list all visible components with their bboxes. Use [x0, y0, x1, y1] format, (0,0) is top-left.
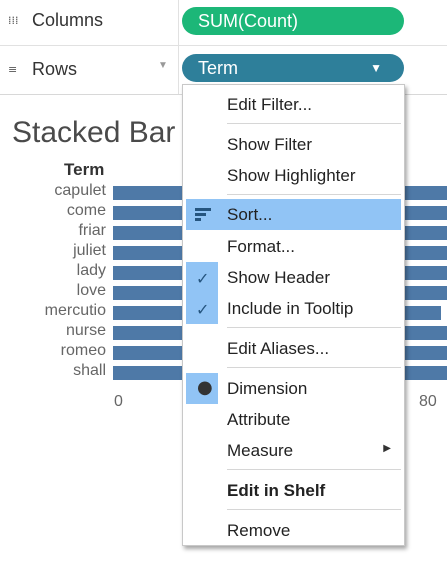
chart-title: Stacked Bar	[12, 116, 176, 149]
term-pill[interactable]: Term ▼	[182, 54, 404, 82]
checkmark-icon: ✓	[196, 300, 210, 319]
rows-icon: ≡	[8, 63, 18, 76]
menu-edit-in-shelf-label: Edit in Shelf	[227, 481, 326, 500]
sum-count-pill[interactable]: SUM(Count)	[182, 7, 404, 35]
term-label: shall	[73, 362, 106, 379]
menu-separator	[227, 367, 401, 368]
term-label: mercutio	[44, 302, 106, 319]
columns-icon: ⁞⁞⁞	[8, 14, 19, 27]
menu-show-highlighter[interactable]: Show Highlighter	[186, 160, 401, 191]
menu-sort[interactable]: Sort...	[186, 199, 401, 230]
menu-attribute-label: Attribute	[227, 410, 291, 429]
menu-sort-label: Sort...	[227, 205, 273, 224]
radio-dot-icon: ●	[197, 377, 213, 398]
menu-include-in-tooltip-label: Include in Tooltip	[227, 299, 354, 318]
menu-separator	[227, 509, 401, 510]
menu-show-header-label: Show Header	[227, 268, 331, 287]
menu-format[interactable]: Format...	[186, 231, 401, 262]
axis-tick-0: 0	[114, 393, 123, 410]
menu-show-header[interactable]: ✓ Show Header	[186, 262, 401, 293]
menu-include-in-tooltip[interactable]: ✓ Include in Tooltip	[186, 293, 401, 324]
menu-measure[interactable]: Measure ▶	[186, 435, 401, 466]
menu-dimension-label: Dimension	[227, 379, 308, 398]
menu-separator	[227, 327, 401, 328]
term-label: capulet	[54, 182, 106, 199]
menu-show-filter-label: Show Filter	[227, 135, 313, 154]
term-row-header: Term	[64, 160, 105, 179]
checkmark-icon: ✓	[196, 269, 210, 288]
term-pill-label: Term	[198, 58, 238, 78]
menu-separator	[227, 123, 401, 124]
menu-edit-aliases[interactable]: Edit Aliases...	[186, 333, 401, 364]
menu-remove-label: Remove	[227, 521, 291, 540]
menu-separator	[227, 194, 401, 195]
menu-show-filter[interactable]: Show Filter	[186, 129, 401, 160]
menu-measure-label: Measure	[227, 441, 294, 460]
rows-shelf-header: ≡ Rows ▼	[0, 46, 179, 94]
term-label: nurse	[65, 322, 106, 339]
submenu-arrow-icon: ▶	[383, 443, 391, 454]
menu-edit-in-shelf[interactable]: Edit in Shelf	[186, 475, 401, 506]
menu-attribute[interactable]: Attribute	[186, 404, 401, 435]
term-pill-dropdown-icon[interactable]: ▼	[370, 54, 382, 82]
axis-tick-80: 80	[419, 393, 437, 410]
term-label: juliet	[73, 242, 106, 259]
term-label: friar	[78, 222, 106, 239]
term-label: love	[76, 282, 106, 299]
menu-edit-aliases-label: Edit Aliases...	[227, 339, 330, 358]
menu-dimension[interactable]: ● Dimension	[186, 373, 401, 404]
columns-shelf-header: ⁞⁞⁞ Columns	[0, 0, 179, 45]
menu-separator	[227, 469, 401, 470]
term-label: romeo	[60, 342, 106, 359]
rows-shelf-label: Rows	[32, 59, 78, 79]
columns-shelf-label: Columns	[32, 10, 104, 30]
menu-remove[interactable]: Remove	[186, 515, 401, 546]
term-label: lady	[76, 262, 106, 279]
menu-edit-filter-label: Edit Filter...	[227, 95, 313, 114]
pill-context-menu: Edit Filter... Show Filter Show Highligh…	[182, 84, 405, 546]
columns-shelf: ⁞⁞⁞ Columns SUM(Count)	[0, 0, 447, 46]
menu-format-label: Format...	[227, 237, 296, 256]
menu-edit-filter[interactable]: Edit Filter...	[186, 89, 401, 120]
term-label: come	[66, 202, 106, 219]
sum-count-pill-label: SUM(Count)	[198, 11, 299, 31]
menu-show-highlighter-label: Show Highlighter	[227, 166, 356, 185]
rows-shelf-dropdown-icon[interactable]: ▼	[158, 60, 168, 71]
sort-icon	[195, 208, 211, 222]
